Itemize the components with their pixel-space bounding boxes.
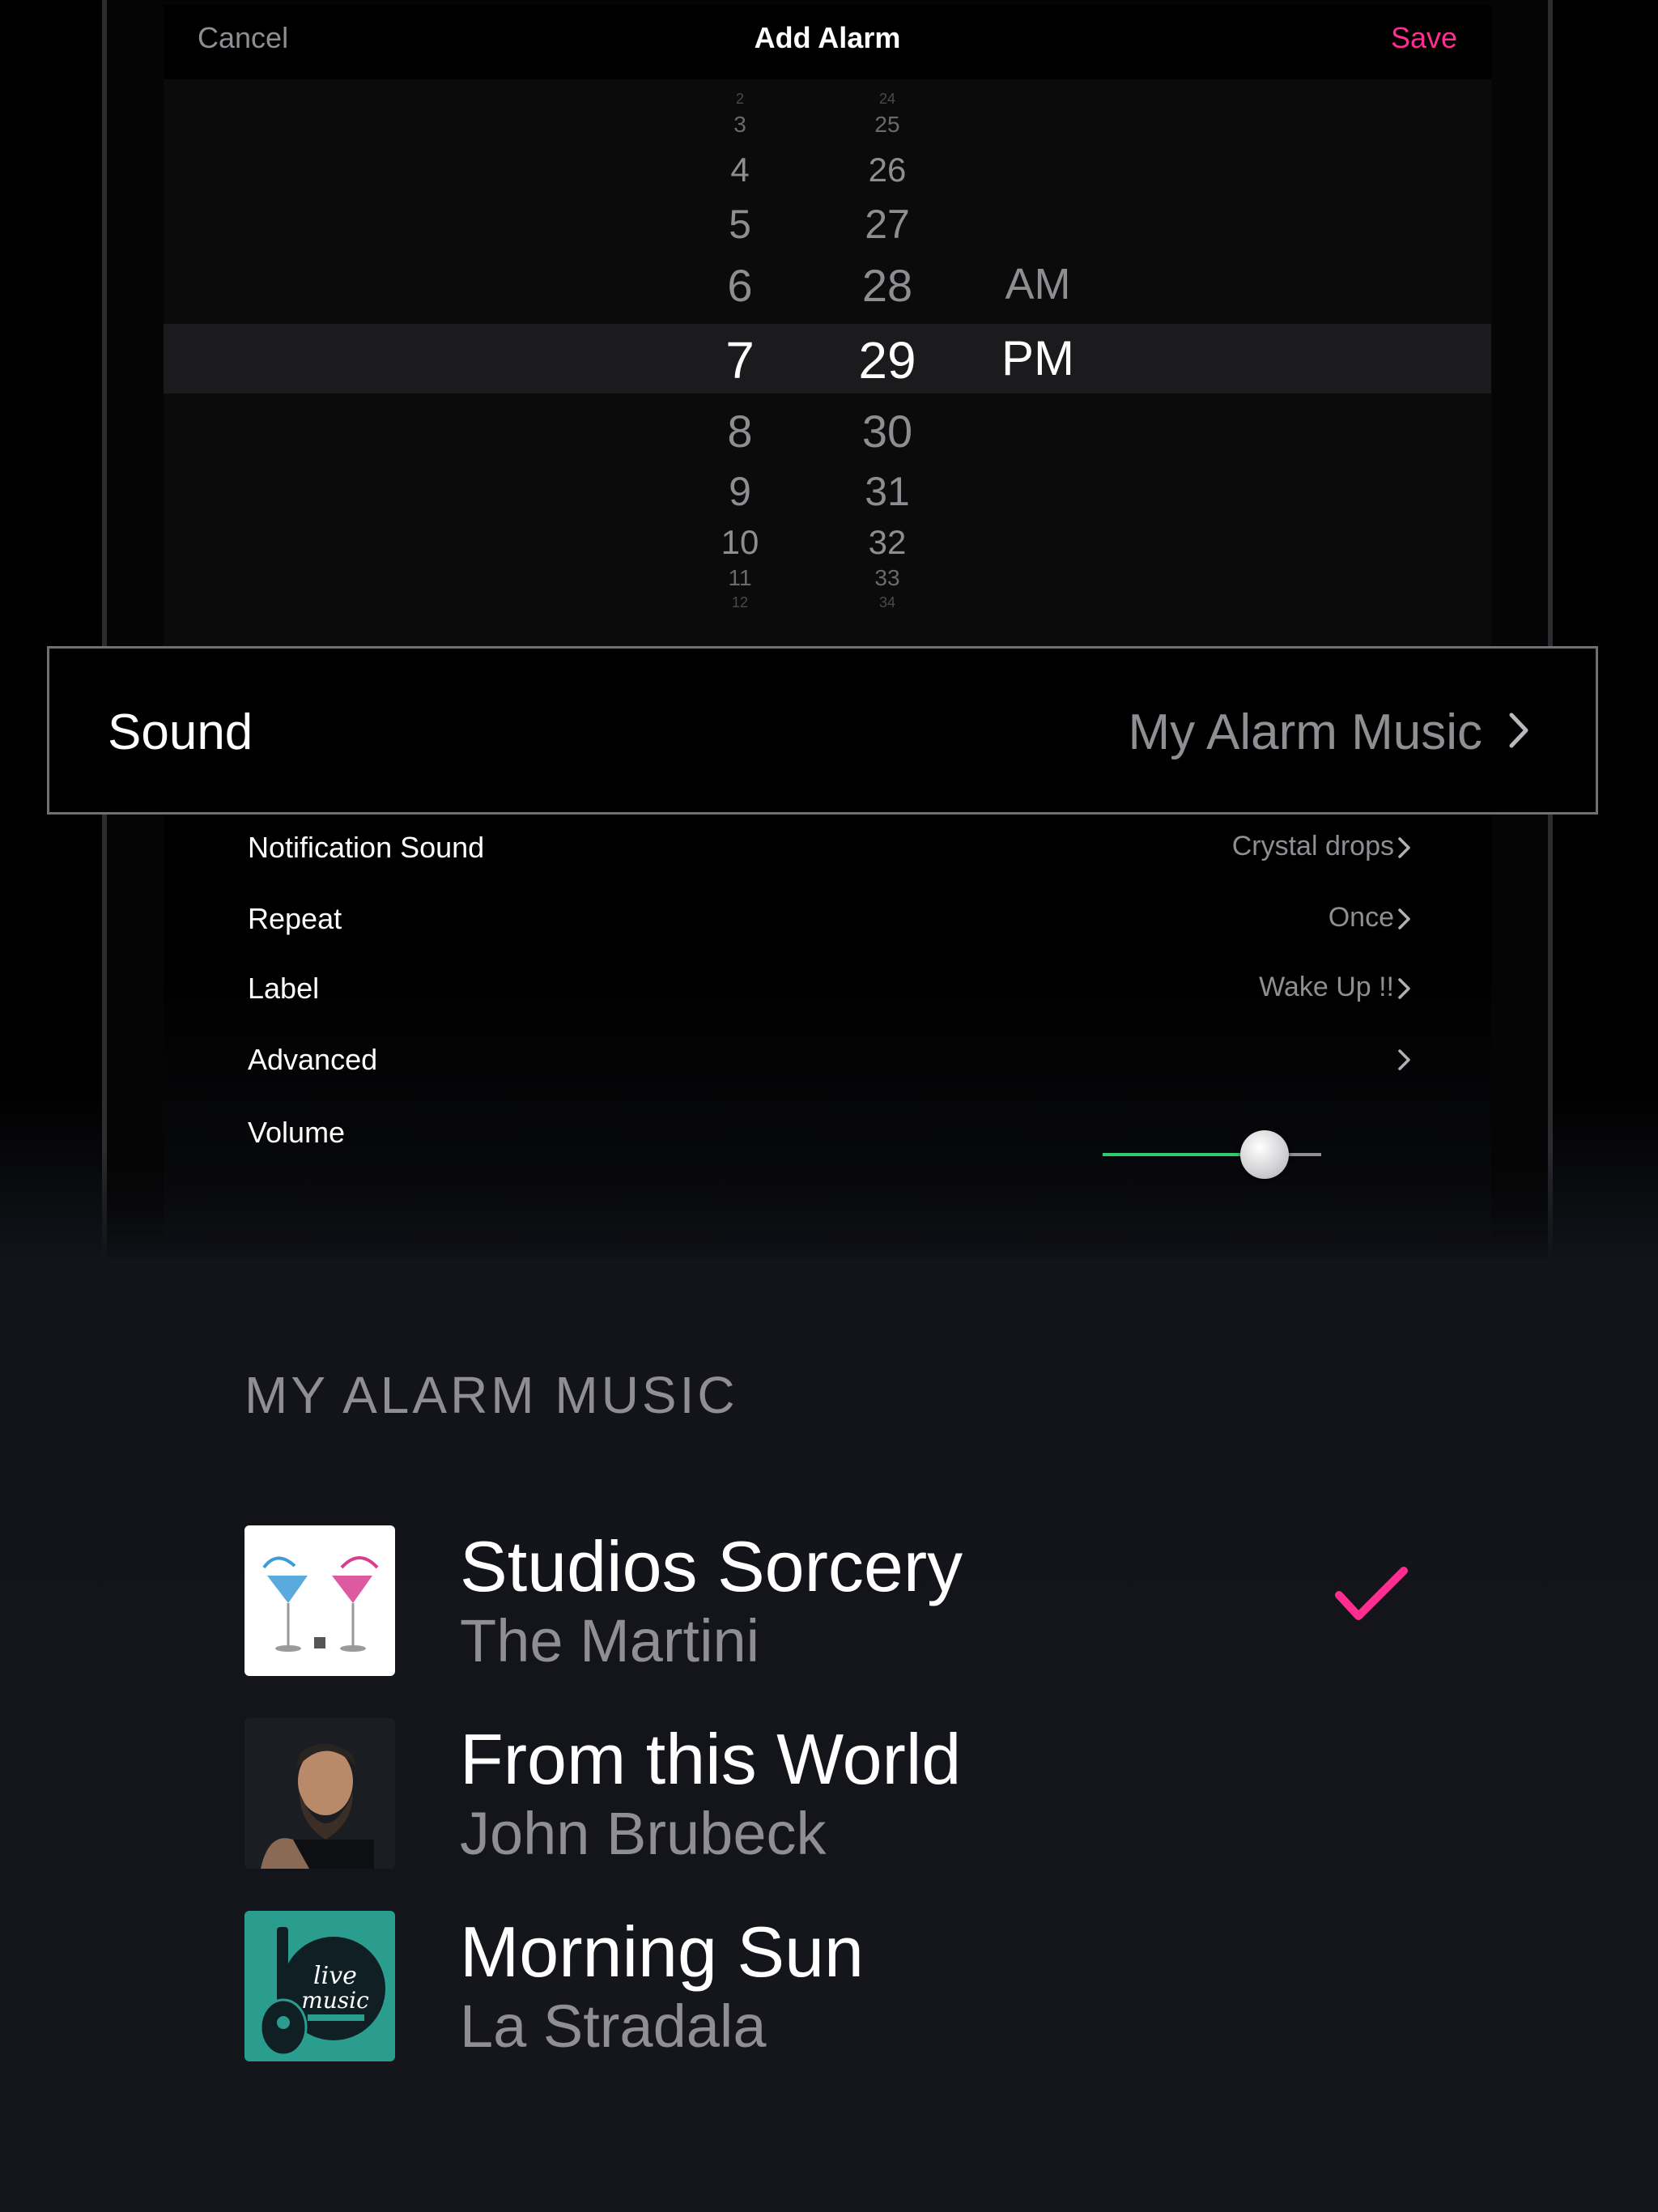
page-title: Add Alarm: [754, 21, 901, 54]
track-artist: John Brubeck: [460, 1800, 827, 1867]
sound-row[interactable]: Sound My Alarm Music: [47, 646, 1598, 815]
minute-option[interactable]: 33: [823, 565, 952, 591]
label-value: Wake Up !!: [1259, 972, 1394, 1002]
hour-option[interactable]: 2: [675, 91, 805, 108]
track-title: Studios Sorcery: [460, 1526, 963, 1606]
hour-option[interactable]: 9: [675, 468, 805, 515]
checkmark-icon: [1335, 1567, 1408, 1620]
album-art: live music: [244, 1911, 395, 2061]
track-artist: The Martini: [460, 1607, 760, 1674]
device-frame: Cancel Add Alarm Save 2 3 4 5 6 7 8 9 10…: [102, 0, 1559, 1263]
music-track-row[interactable]: live music Morning Sun La Stradala: [244, 1911, 1410, 2061]
hour-option[interactable]: 10: [675, 523, 805, 562]
notification-sound-label: Notification Sound: [248, 831, 485, 864]
label-row[interactable]: Label Wake Up !!: [248, 963, 1414, 1012]
art-lettering: live: [313, 1962, 357, 1990]
period-option[interactable]: AM: [957, 259, 1119, 309]
music-track-row[interactable]: From this World John Brubeck: [244, 1718, 1410, 1869]
chevron-right-icon: [1509, 713, 1528, 748]
period-option-selected[interactable]: PM: [957, 330, 1119, 386]
art-lettering: music: [301, 1987, 369, 2014]
volume-label: Volume: [248, 1116, 346, 1149]
hour-option-selected[interactable]: 7: [675, 330, 805, 390]
hour-option[interactable]: 4: [675, 151, 805, 189]
minute-option[interactable]: 30: [823, 405, 952, 457]
repeat-label: Repeat: [248, 902, 342, 935]
repeat-row[interactable]: Repeat Once: [248, 894, 1414, 942]
notification-sound-value: Crystal drops: [1231, 831, 1394, 861]
minute-option-selected[interactable]: 29: [823, 330, 952, 390]
bearded-man-portrait-image: [244, 1718, 395, 1869]
hour-option[interactable]: 11: [675, 565, 805, 591]
music-track-row[interactable]: Studios Sorcery The Martini: [244, 1525, 1410, 1676]
live-music-poster-image: live music: [244, 1911, 395, 2061]
minute-option[interactable]: 31: [823, 468, 952, 515]
sound-label: Sound: [108, 704, 253, 760]
notification-sound-row[interactable]: Notification Sound Crystal drops: [248, 823, 1414, 871]
advanced-label: Advanced: [248, 1043, 378, 1076]
app-stage: Cancel Add Alarm Save 2 3 4 5 6 7 8 9 10…: [0, 0, 1658, 2212]
minute-option[interactable]: 34: [823, 594, 952, 611]
track-title: From this World: [460, 1719, 962, 1799]
chevron-right-icon: [1398, 908, 1410, 929]
album-art: [244, 1525, 395, 1676]
chevron-right-icon: [1398, 978, 1410, 999]
track-title: Morning Sun: [460, 1912, 864, 1992]
save-button[interactable]: Save: [1391, 21, 1457, 55]
repeat-value: Once: [1328, 902, 1394, 933]
device-screen: Cancel Add Alarm Save 2 3 4 5 6 7 8 9 10…: [164, 5, 1491, 1236]
track-artist: La Stradala: [460, 1993, 767, 2060]
volume-slider[interactable]: [1103, 1130, 1321, 1179]
label-label: Label: [248, 972, 320, 1005]
time-picker[interactable]: 2 3 4 5 6 7 8 9 10 11 12 24 25 26 27 28 …: [164, 79, 1491, 646]
hour-option[interactable]: 6: [675, 259, 805, 312]
album-art: [244, 1718, 395, 1869]
chevron-right-icon: [1398, 1049, 1410, 1070]
hour-option[interactable]: 5: [675, 201, 805, 248]
section-title: MY ALARM MUSIC: [244, 1366, 738, 1424]
martini-glasses-image: [244, 1525, 395, 1676]
chevron-right-icon: [1398, 837, 1410, 858]
minute-option[interactable]: 32: [823, 523, 952, 562]
navigation-bar: Cancel Add Alarm Save: [164, 5, 1491, 79]
hour-option[interactable]: 12: [675, 594, 805, 611]
minute-option[interactable]: 26: [823, 151, 952, 189]
minute-option[interactable]: 27: [823, 201, 952, 248]
sound-value: My Alarm Music: [1128, 704, 1482, 760]
minute-option[interactable]: 25: [823, 112, 952, 138]
advanced-row[interactable]: Advanced: [248, 1035, 1414, 1083]
minute-option[interactable]: 28: [823, 259, 952, 312]
volume-slider-thumb[interactable]: [1240, 1130, 1289, 1179]
minute-option[interactable]: 24: [823, 91, 952, 108]
hour-option[interactable]: 3: [675, 112, 805, 138]
hour-option[interactable]: 8: [675, 405, 805, 457]
